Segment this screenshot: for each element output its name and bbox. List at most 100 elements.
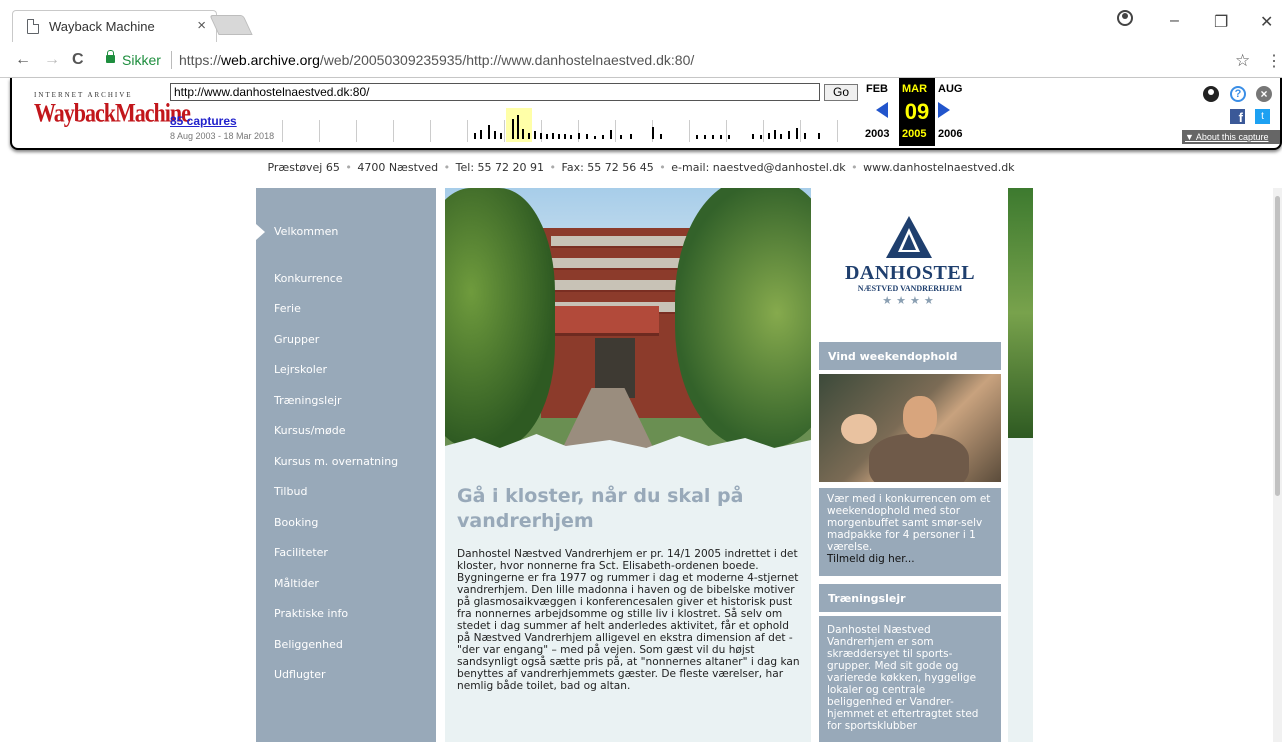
browser-tab[interactable]: Wayback Machine × — [12, 10, 217, 42]
nav-item-kursus-m-overnatning[interactable]: Kursus m. overnatning — [274, 455, 398, 468]
twitter-icon[interactable]: t — [1255, 109, 1270, 124]
capture-tick[interactable] — [494, 131, 496, 139]
page-scrollbar[interactable] — [1273, 188, 1282, 742]
wayback-go-button[interactable]: Go — [824, 84, 858, 101]
capture-tick[interactable] — [720, 135, 722, 139]
capture-tick[interactable] — [552, 133, 554, 139]
family-photo[interactable] — [819, 374, 1001, 482]
capture-tick[interactable] — [704, 135, 706, 139]
nav-item-kursus-møde[interactable]: Kursus/møde — [274, 424, 346, 437]
forward-button[interactable]: → — [44, 51, 60, 69]
window-close-button[interactable]: ✕ — [1260, 12, 1273, 32]
next-month[interactable]: AUG — [938, 83, 962, 95]
tab-close-icon[interactable]: × — [197, 17, 206, 34]
nav-item-træningslejr[interactable]: Træningslejr — [274, 394, 342, 407]
url-text[interactable]: https://web.archive.org/web/200503092359… — [179, 52, 694, 68]
capture-tick[interactable] — [760, 135, 762, 139]
capture-tick[interactable] — [804, 133, 806, 139]
next-capture-arrow-icon[interactable] — [938, 102, 950, 118]
capture-tick[interactable] — [480, 130, 482, 139]
nav-item-tilbud[interactable]: Tilbud — [274, 485, 307, 498]
capture-tick[interactable] — [696, 135, 698, 139]
capture-tick[interactable] — [774, 130, 776, 139]
capture-tick[interactable] — [788, 131, 790, 139]
nav-item-konkurrence[interactable]: Konkurrence — [274, 272, 343, 285]
nav-item-grupper[interactable]: Grupper — [274, 333, 319, 346]
capture-tick[interactable] — [512, 119, 514, 139]
prev-year[interactable]: 2003 — [865, 128, 889, 140]
reload-button[interactable]: C — [72, 51, 84, 69]
capture-tick[interactable] — [578, 133, 580, 139]
capture-tick[interactable] — [558, 134, 560, 139]
minimize-button[interactable]: – — [1170, 12, 1179, 30]
restore-button[interactable]: ❐ — [1214, 12, 1228, 32]
capture-tick[interactable] — [818, 133, 820, 139]
capture-tick[interactable] — [660, 134, 662, 139]
capture-tick[interactable] — [534, 131, 536, 139]
next-year[interactable]: 2006 — [938, 128, 962, 140]
danhostel-logo[interactable]: DANHOSTEL — [819, 262, 1001, 285]
capture-tick[interactable] — [586, 134, 588, 139]
capture-tick[interactable] — [728, 135, 730, 139]
address-bar[interactable]: Sikker https://web.archive.org/web/20050… — [96, 49, 1260, 75]
capture-tick[interactable] — [540, 133, 542, 139]
address-web[interactable]: www.danhostelnaestved.dk — [863, 161, 1014, 174]
capture-tick[interactable] — [528, 133, 530, 139]
capture-tick[interactable] — [594, 136, 596, 139]
nav-item-beliggenhed[interactable]: Beliggenhed — [274, 638, 343, 651]
capture-tick[interactable] — [517, 115, 519, 139]
profile-icon[interactable] — [1117, 10, 1133, 26]
nav-item-booking[interactable]: Booking — [274, 516, 318, 529]
rating-stars: ★★★★ — [882, 295, 938, 307]
lock-icon — [106, 50, 115, 63]
training-camp-heading[interactable]: Træningslejr — [819, 584, 1001, 612]
capture-tick[interactable] — [500, 133, 502, 139]
capture-tick[interactable] — [522, 129, 524, 139]
prev-capture-arrow-icon[interactable] — [876, 102, 888, 118]
nav-item-udflugter[interactable]: Udflugter — [274, 668, 326, 681]
close-toolbar-icon[interactable]: × — [1256, 86, 1272, 102]
back-button[interactable]: ← — [15, 51, 31, 69]
year-divider — [837, 120, 838, 142]
nav-item-måltider[interactable]: Måltider — [274, 577, 319, 590]
capture-tick[interactable] — [620, 135, 622, 139]
capture-tick[interactable] — [546, 134, 548, 139]
prev-month[interactable]: FEB — [866, 83, 888, 95]
about-capture-button[interactable]: ▼ About this capture — [1182, 130, 1280, 144]
year-divider — [689, 120, 690, 142]
capture-tick[interactable] — [474, 133, 476, 139]
nav-item-ferie[interactable]: Ferie — [274, 302, 301, 315]
capture-tick[interactable] — [602, 135, 604, 139]
captures-link[interactable]: 85 captures — [170, 114, 237, 128]
capture-tick[interactable] — [570, 135, 572, 139]
nav-item-lejrskoler[interactable]: Lejrskoler — [274, 363, 327, 376]
address-email[interactable]: e-mail: naestved@danhostel.dk — [671, 161, 845, 174]
browser-menu-icon[interactable]: ⋮ — [1266, 51, 1282, 71]
capture-tick[interactable] — [712, 135, 714, 139]
nav-item-praktiske-info[interactable]: Praktiske info — [274, 607, 348, 620]
capture-tick[interactable] — [564, 134, 566, 139]
scrollbar-thumb[interactable] — [1275, 196, 1280, 496]
wayback-url-input[interactable] — [170, 83, 820, 101]
contact-line: Præstøvej 65 • 4700 Næstved • Tel: 55 72… — [267, 161, 1015, 174]
nav-item-velkommen[interactable]: Velkommen — [274, 225, 338, 238]
capture-tick[interactable] — [630, 134, 632, 139]
capture-tick[interactable] — [768, 133, 770, 139]
account-icon[interactable] — [1203, 86, 1219, 102]
capture-tick[interactable] — [796, 128, 798, 139]
help-icon[interactable]: ? — [1230, 86, 1246, 102]
capture-tick[interactable] — [488, 125, 490, 139]
capture-sparkline[interactable] — [282, 108, 862, 142]
capture-tick[interactable] — [780, 134, 782, 139]
signup-link[interactable]: Tilmeld dig her... — [827, 553, 915, 565]
wayback-toolbar: INTERNET ARCHIVE WaybackMachine Go 85 ca… — [10, 78, 1282, 150]
danhostel-tree-icon — [886, 216, 932, 258]
wayback-logo[interactable]: WaybackMachine — [34, 97, 191, 128]
capture-tick[interactable] — [610, 130, 612, 139]
facebook-icon[interactable]: f — [1230, 109, 1245, 125]
bookmark-star-icon[interactable]: ☆ — [1235, 51, 1250, 71]
contest-heading[interactable]: Vind weekendophold — [819, 342, 1001, 370]
capture-tick[interactable] — [752, 134, 754, 139]
capture-tick[interactable] — [652, 127, 654, 139]
nav-item-faciliteter[interactable]: Faciliteter — [274, 546, 328, 559]
